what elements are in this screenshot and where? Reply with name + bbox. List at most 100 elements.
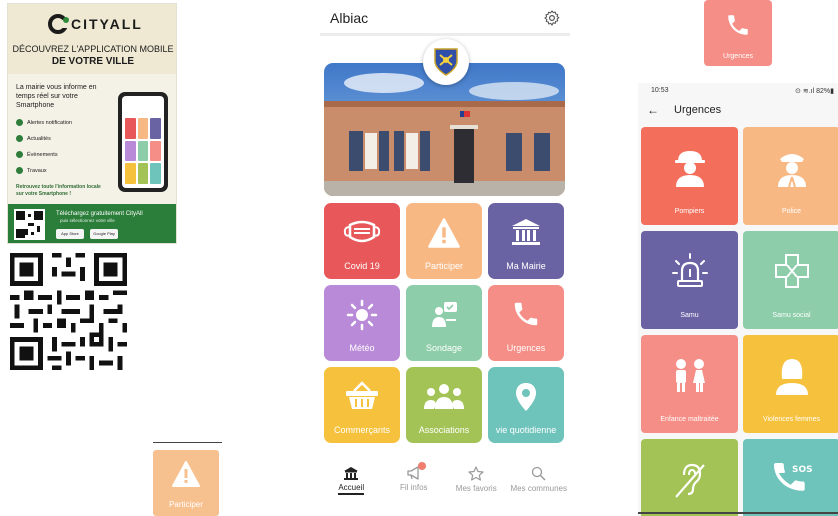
flyer-feature: Alertes notification	[16, 119, 72, 126]
tile-meteo[interactable]: Météo	[324, 285, 400, 361]
tile-label: Covid 19	[344, 261, 380, 271]
status-battery: ⊙ ≋.ıl 82%▮	[795, 88, 834, 95]
firefighter-icon	[674, 151, 705, 187]
nav-label: Mes favoris	[455, 484, 497, 493]
mask-icon	[343, 220, 381, 243]
app-store-badge: App Store	[56, 229, 84, 239]
cityall-flyer: CITYALL DÉCOUVREZ L'APPLICATION MOBILE D…	[7, 3, 177, 244]
back-arrow-icon[interactable]: ←	[647, 103, 659, 117]
home-icon	[344, 467, 359, 480]
bell-icon	[16, 119, 23, 126]
tile-samu[interactable]: Samu	[641, 231, 738, 329]
urgences-screen: 10:53 ⊙ ≋.ıl 82%▮ ← Urgences Pompiers Po…	[638, 83, 838, 516]
tile-commercants[interactable]: Commerçants	[324, 367, 400, 443]
tile-label: Pompiers	[674, 208, 705, 215]
bottom-navigation: Accueil Fil infos Mes favoris Mes commun…	[320, 462, 570, 506]
tile-label: vie quotidienne	[495, 425, 557, 435]
news-icon	[16, 135, 23, 142]
phone-screen	[122, 96, 164, 188]
tile-label: Participer	[424, 261, 463, 271]
tile-label: Commerçants	[333, 425, 390, 435]
tile-pompiers[interactable]: Pompiers	[641, 127, 738, 225]
tile-associations[interactable]: Associations	[406, 367, 482, 443]
nav-fil-infos[interactable]: Fil infos	[383, 462, 445, 506]
tile-participer[interactable]: Participer	[406, 203, 482, 279]
page-title: Albiac	[330, 10, 369, 26]
tile-label: Associations	[418, 425, 470, 435]
alert-icon	[428, 218, 460, 248]
tile-label: Enfance maltraitée	[660, 416, 719, 423]
tile-enfance-maltraitee[interactable]: Enfance maltraitée	[641, 335, 738, 433]
tile-sos[interactable]: SOS	[743, 439, 838, 516]
roadwork-icon	[16, 167, 23, 174]
location-pin-icon	[516, 383, 536, 411]
divider	[153, 442, 222, 443]
sun-icon	[346, 299, 378, 331]
alert-icon	[172, 461, 200, 487]
tile-label: Météo	[349, 343, 375, 353]
flyer-headline-2: DE VOTRE VILLE	[51, 56, 135, 67]
flyer-download-band: Téléchargez gratuitement CityAll puis sé…	[8, 204, 176, 243]
logo-dot-icon	[63, 17, 69, 23]
children-icon	[675, 359, 705, 392]
notification-badge	[417, 462, 426, 470]
svg-text:SOS: SOS	[792, 465, 813, 475]
download-subtext: puis sélectionnez votre ville	[60, 218, 115, 223]
survey-icon	[432, 302, 457, 327]
people-icon	[424, 384, 464, 409]
divider	[638, 512, 838, 514]
tile-label: Ma Mairie	[506, 261, 546, 271]
tile-label: Urgences	[506, 343, 546, 353]
tile-samu-social[interactable]: Samu social	[743, 231, 838, 329]
phone-icon	[728, 15, 748, 35]
app-header: Albiac	[320, 0, 570, 36]
tile-ma-mairie[interactable]: Ma Mairie	[488, 203, 564, 279]
medical-cross-icon	[774, 254, 809, 288]
tile-police[interactable]: Police	[743, 127, 838, 225]
sos-phone-icon: SOS	[773, 463, 813, 491]
download-text: Téléchargez gratuitement CityAll	[56, 211, 143, 217]
nav-label: Fil infos	[399, 483, 428, 492]
participer-tile-crop[interactable]: Participer	[153, 450, 219, 516]
urgences-tile-grid: Pompiers Police Samu Samu social Enfance…	[641, 127, 838, 516]
tile-vie-quotidienne[interactable]: vie quotidienne	[488, 367, 564, 443]
flyer-feature: Actualités	[16, 135, 51, 142]
star-icon	[468, 466, 484, 481]
qr-code	[10, 253, 127, 370]
page-title: Urgences	[674, 104, 722, 116]
nav-accueil[interactable]: Accueil	[320, 466, 382, 506]
status-time: 10:53	[651, 87, 669, 94]
status-bar: 10:53 ⊙ ≋.ıl 82%▮	[638, 83, 838, 99]
logo-text: CITYALL	[71, 16, 143, 32]
tile-covid-19[interactable]: Covid 19	[324, 203, 400, 279]
urgences-header: ← Urgences	[638, 99, 838, 123]
flyer-retrouvez: Retrouvez toute l'information locale sur…	[16, 184, 101, 197]
tile-label: Sondage	[425, 343, 463, 353]
town-crest	[423, 39, 469, 85]
nav-mes-communes[interactable]: Mes communes	[508, 466, 570, 506]
screenshot-canvas: CITYALL DÉCOUVREZ L'APPLICATION MOBILE D…	[0, 0, 838, 516]
urgences-tile-crop[interactable]: Urgences	[704, 0, 772, 66]
calendar-icon	[16, 151, 23, 158]
participer-label: Participer	[169, 500, 203, 509]
nav-label: Accueil	[338, 483, 365, 495]
tile-label: Police	[781, 208, 802, 215]
tile-urgences[interactable]: Urgences	[488, 285, 564, 361]
phone-illustration	[118, 92, 168, 192]
tile-violences-femmes[interactable]: Violences femmes	[743, 335, 838, 433]
home-tile-grid: Covid 19 Participer Ma Mairie Météo Sond…	[324, 203, 565, 443]
tile-sondage[interactable]: Sondage	[406, 285, 482, 361]
flyer-headline-1: DÉCOUVREZ L'APPLICATION MOBILE	[12, 44, 174, 54]
small-qr-code	[14, 209, 45, 240]
google-play-badge: Google Play	[90, 229, 118, 239]
basket-icon	[346, 381, 378, 409]
gear-icon[interactable]	[543, 9, 561, 27]
tile-deaf[interactable]	[641, 439, 738, 516]
deaf-icon	[674, 463, 705, 498]
town-hall-icon	[512, 219, 540, 245]
nav-mes-favoris[interactable]: Mes favoris	[445, 466, 507, 506]
tile-label: Samu social	[772, 312, 811, 319]
police-icon	[777, 154, 806, 188]
app-home-screen: Albiac Covid 19 Participer Ma Mairie Mét…	[320, 0, 570, 516]
urgences-label: Urgences	[723, 53, 753, 60]
